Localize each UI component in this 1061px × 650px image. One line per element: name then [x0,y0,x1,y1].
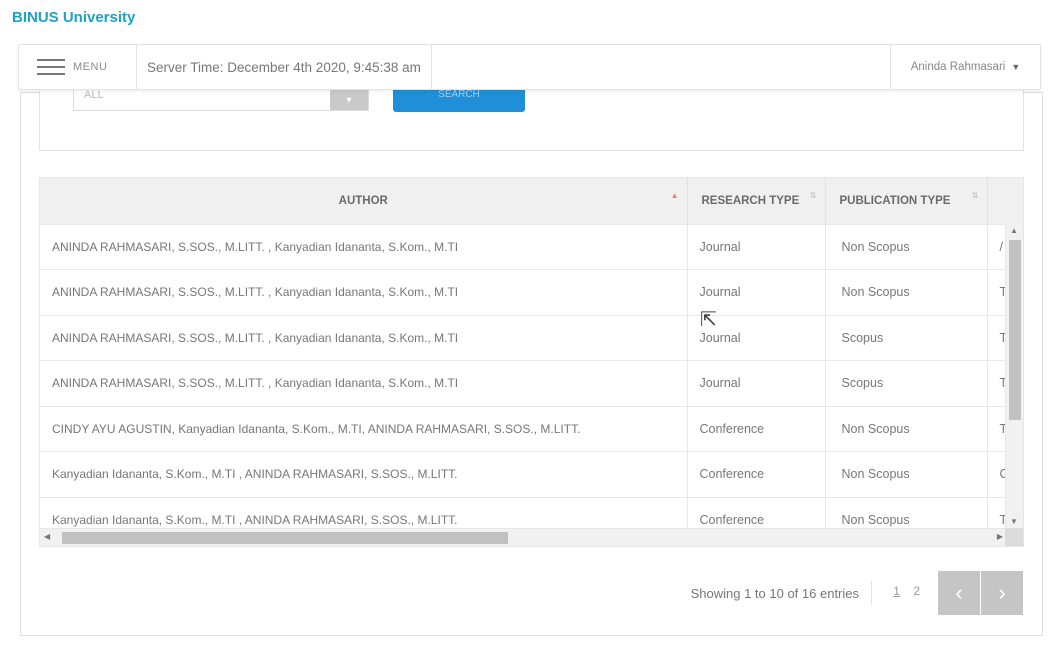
hamburger-icon [37,59,65,75]
previous-page-button[interactable]: ‹ [938,571,980,615]
table-row[interactable]: ANINDA RAHMASARI, S.SOS., M.LITT. , Kany… [40,360,1023,406]
server-time: Server Time: December 4th 2020, 9:45:38 … [147,45,432,89]
cell-publication-type: Non Scopus [825,451,988,497]
cell-publication-type: Non Scopus [825,405,988,452]
research-table-container: AUTHOR ▲ RESEARCH TYPE ⇅ PUBLICATION TYP… [39,177,1024,547]
filter-select-value: ALL [84,89,104,101]
scroll-left-icon[interactable]: ◀ [44,532,50,541]
column-header-publication-type[interactable]: PUBLICATION TYPE ⇅ [825,178,988,224]
chevron-left-icon: ‹ [955,580,963,605]
table-row[interactable]: ANINDA RAHMASARI, S.SOS., M.LITT. , Kany… [40,314,1023,361]
table-row[interactable]: Kanyadian Idananta, S.Kom., M.TI , ANIND… [40,451,1023,497]
column-header-author[interactable]: AUTHOR ▲ [40,178,688,224]
scroll-right-icon[interactable]: ▶ [997,532,1003,541]
menu-button[interactable]: MENU [19,45,137,89]
cell-author: CINDY AYU AGUSTIN, Kanyadian Idananta, S… [40,405,688,452]
cell-publication-type: Scopus [825,314,988,361]
cell-author: Kanyadian Idananta, S.Kom., M.TI , ANIND… [40,451,688,497]
next-page-button[interactable]: › [981,571,1023,615]
user-menu-dropdown[interactable]: Aninda Rahmasari ▼ [890,45,1040,89]
menu-label: MENU [73,61,108,73]
table-row[interactable]: ANINDA RAHMASARI, S.SOS., M.LITT. , Kany… [40,223,1023,270]
cell-research-type: Journal [687,314,826,361]
content-panel: ALL ▾ SEARCH AUTHOR ▲ RESEARCH TYPE ⇅ PU… [20,89,1043,636]
table-row[interactable]: ANINDA RAHMASARI, S.SOS., M.LITT. , Kany… [40,269,1023,315]
cell-publication-type: Non Scopus [825,269,988,315]
caret-down-icon: ▼ [1011,62,1021,72]
scrollbar-corner [1005,528,1023,546]
cell-research-type: Journal [687,223,826,270]
pagination-pages: 1 2 [893,584,920,598]
top-navigation-bar: MENU Server Time: December 4th 2020, 9:4… [18,44,1041,90]
cell-author: ANINDA RAHMASARI, S.SOS., M.LITT. , Kany… [40,360,688,406]
chevron-right-icon: › [998,580,1006,605]
page-link-1[interactable]: 1 [893,584,900,598]
page-link-2[interactable]: 2 [913,584,920,598]
vertical-scrollbar[interactable]: ▲ ▼ [1005,224,1023,528]
cell-research-type: Conference [687,405,826,452]
scroll-down-icon[interactable]: ▼ [1010,517,1018,526]
sort-icon: ⇅ [971,191,979,200]
cell-research-type: Journal [687,269,826,315]
vertical-scroll-thumb[interactable] [1009,240,1021,420]
sort-icon: ⇅ [809,191,817,200]
research-table: AUTHOR ▲ RESEARCH TYPE ⇅ PUBLICATION TYP… [40,178,1023,543]
cell-research-type: Conference [687,451,826,497]
horizontal-scroll-thumb[interactable] [62,532,508,544]
column-header-research-type[interactable]: RESEARCH TYPE ⇅ [687,178,826,224]
entries-info: Showing 1 to 10 of 16 entries [691,581,872,605]
user-name: Aninda Rahmasari [910,61,1006,73]
table-header-row: AUTHOR ▲ RESEARCH TYPE ⇅ PUBLICATION TYP… [40,178,1023,224]
cell-author: ANINDA RAHMASARI, S.SOS., M.LITT. , Kany… [40,269,688,315]
cell-author: ANINDA RAHMASARI, S.SOS., M.LITT. , Kany… [40,223,688,270]
cell-publication-type: Scopus [825,360,988,406]
filter-box: ALL ▾ SEARCH [39,89,1024,151]
table-footer: Showing 1 to 10 of 16 entries 1 2 ‹ › [21,571,1042,615]
cell-research-type: Journal [687,360,826,406]
column-header-extra[interactable] [987,178,1023,224]
table-row[interactable]: CINDY AYU AGUSTIN, Kanyadian Idananta, S… [40,405,1023,452]
horizontal-scrollbar[interactable]: ◀ ▶ [40,528,1007,546]
cell-publication-type: Non Scopus [825,223,988,270]
cell-author: ANINDA RAHMASARI, S.SOS., M.LITT. , Kany… [40,314,688,361]
chevron-down-icon: ▾ [330,89,368,110]
brand-title: BINUS University [12,9,136,26]
sort-asc-icon: ▲ [670,191,679,200]
search-button[interactable]: SEARCH [393,89,525,112]
filter-select[interactable]: ALL ▾ [73,89,369,111]
scroll-up-icon[interactable]: ▲ [1010,226,1018,235]
